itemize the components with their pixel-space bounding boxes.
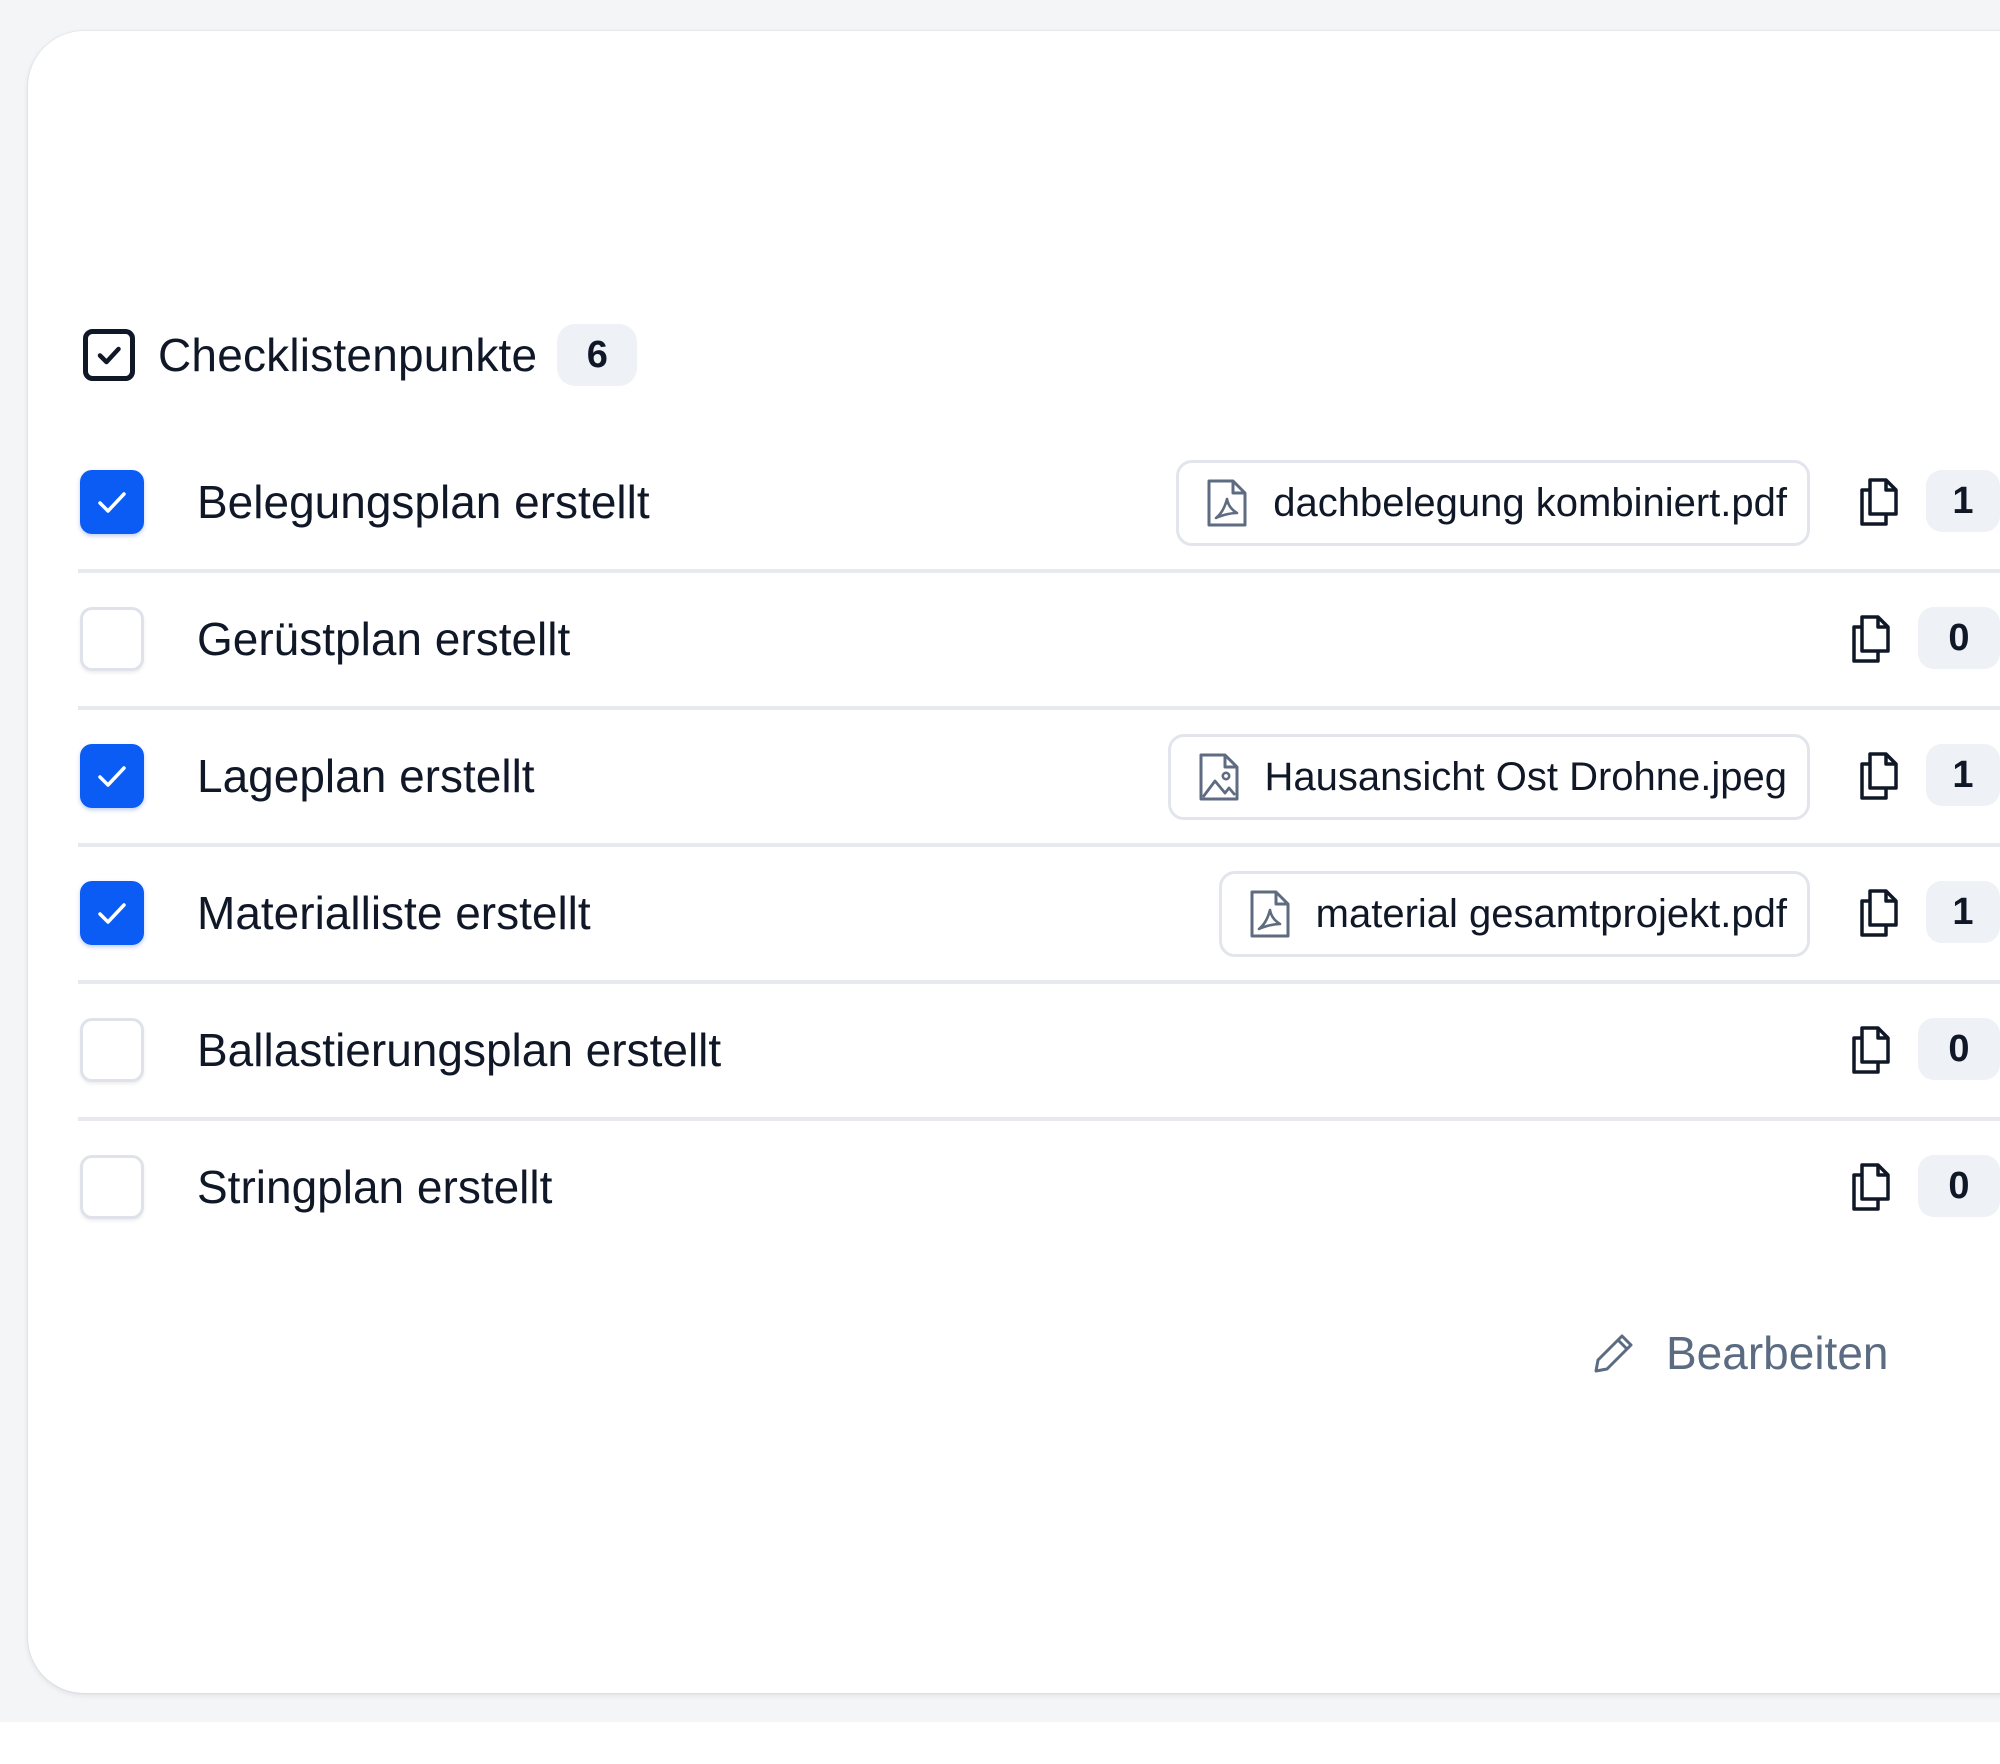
attachment-chip[interactable]: Hausansicht Ost Drohne.jpeg: [1167, 734, 1810, 820]
image-file-icon: [1199, 753, 1238, 801]
checkbox-square-icon: [83, 329, 135, 381]
file-count-badge: 1: [1926, 881, 2000, 943]
pdf-file-icon: [1207, 479, 1247, 527]
item-checkbox[interactable]: [80, 607, 144, 671]
item-label: Belegungsplan erstellt: [197, 476, 650, 528]
attachment-filename: Hausansicht Ost Drohne.jpeg: [1264, 754, 1788, 799]
edit-button[interactable]: Bearbeiten: [1592, 1320, 1889, 1386]
files-icon[interactable]: [1854, 887, 1902, 939]
files-icon[interactable]: [1846, 1024, 1894, 1076]
item-checkbox[interactable]: [80, 470, 144, 534]
checklist-header: Checklistenpunkte 6: [82, 320, 638, 390]
checkmark-icon: [98, 903, 126, 924]
item-label: Stringplan erstellt: [197, 1161, 553, 1213]
file-count-badge: 0: [1918, 1018, 2000, 1080]
attachment-chip[interactable]: material gesamtprojekt.pdf: [1218, 871, 1810, 957]
attachment-filename: material gesamtprojekt.pdf: [1315, 891, 1787, 936]
item-label: Lageplan erstellt: [197, 750, 535, 802]
checklist: Belegungsplan erstellt dachbelegung komb…: [78, 436, 2000, 1258]
item-checkbox[interactable]: [80, 881, 144, 945]
files-icon[interactable]: [1846, 613, 1894, 665]
item-count-badge: 6: [557, 324, 638, 386]
checkmark-icon: [98, 766, 126, 787]
checklist-item: Ballastierungsplan erstellt 0: [78, 984, 2000, 1121]
pdf-file-icon: [1250, 890, 1290, 938]
attachment-filename: dachbelegung kombiniert.pdf: [1273, 480, 1787, 525]
item-label: Gerüstplan erstellt: [197, 613, 571, 665]
checklist-item: Belegungsplan erstellt dachbelegung komb…: [78, 436, 2000, 573]
file-count-badge: 0: [1918, 1155, 2000, 1217]
file-count-badge: 0: [1918, 607, 2000, 669]
edit-button-label: Bearbeiten: [1666, 1327, 1889, 1379]
checklist-item: Gerüstplan erstellt 0: [78, 573, 2000, 710]
item-checkbox[interactable]: [80, 744, 144, 808]
item-label: Ballastierungsplan erstellt: [197, 1024, 722, 1076]
item-checkbox[interactable]: [80, 1155, 144, 1219]
file-count-badge: 1: [1926, 470, 2000, 532]
files-icon[interactable]: [1854, 476, 1902, 528]
file-count-badge: 1: [1926, 744, 2000, 806]
section-title: Checklistenpunkte: [158, 329, 538, 381]
attachment-chip[interactable]: dachbelegung kombiniert.pdf: [1176, 460, 1810, 546]
files-icon[interactable]: [1846, 1161, 1894, 1213]
checklist-item: Lageplan erstellt Hausansicht Ost Drohne…: [78, 710, 2000, 847]
checkmark-icon: [98, 492, 126, 513]
files-icon[interactable]: [1854, 750, 1902, 802]
item-checkbox[interactable]: [80, 1018, 144, 1082]
pencil-icon: [1594, 1334, 1633, 1373]
item-label: Materialliste erstellt: [197, 887, 591, 939]
checklist-item: Stringplan erstellt 0: [78, 1121, 2000, 1258]
checklist-item: Materialliste erstellt material gesamtpr…: [78, 847, 2000, 984]
